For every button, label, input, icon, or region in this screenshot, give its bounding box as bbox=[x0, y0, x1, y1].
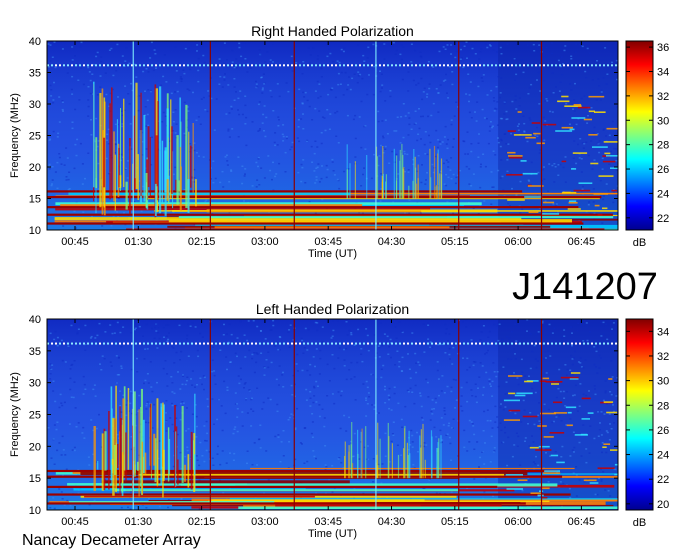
spectrogram-image bbox=[47, 319, 618, 510]
colorbar-tick-label: 26 bbox=[657, 425, 669, 437]
colorbar-unit: dB bbox=[633, 237, 646, 249]
colorbar-tick-label: 22 bbox=[657, 474, 669, 486]
y-tick-label: 20 bbox=[29, 162, 41, 174]
colorbar-tick-label: 26 bbox=[657, 164, 669, 176]
x-tick-label: 04:30 bbox=[378, 516, 406, 528]
x-tick-label: 06:45 bbox=[568, 516, 596, 528]
x-tick-label: 02:15 bbox=[188, 516, 216, 528]
panel-title: Right Handed Polarization bbox=[251, 23, 414, 39]
x-tick-label: 01:30 bbox=[125, 236, 153, 248]
colorbar-tick-label: 32 bbox=[657, 351, 669, 363]
colorbar-tick-label: 22 bbox=[657, 213, 669, 225]
colorbar-unit: dB bbox=[633, 517, 646, 529]
colorbar-tick-label: 30 bbox=[657, 376, 669, 388]
y-tick-label: 30 bbox=[29, 378, 41, 390]
y-tick-label: 15 bbox=[29, 194, 41, 206]
colorbar-tick-label: 34 bbox=[657, 66, 669, 78]
colorbar-tick-label: 36 bbox=[657, 42, 669, 54]
x-axis-label: Time (UT) bbox=[308, 528, 357, 540]
y-tick-label: 10 bbox=[29, 225, 41, 237]
colorbar-tick-label: 30 bbox=[657, 115, 669, 127]
x-tick-label: 03:45 bbox=[314, 516, 342, 528]
x-tick-label: 03:00 bbox=[251, 516, 279, 528]
y-axis-label: Frequency (MHz) bbox=[9, 372, 21, 457]
x-tick-label: 03:00 bbox=[251, 236, 279, 248]
spectrogram-panel-1: Right Handed Polarization 10 15 20 25 30 35 40 F… bbox=[9, 23, 669, 260]
colorbar-tick-label: 24 bbox=[657, 450, 669, 462]
y-tick-label: 35 bbox=[29, 68, 41, 80]
x-tick-label: 00:45 bbox=[61, 236, 89, 248]
panel-title: Left Handed Polarization bbox=[256, 301, 409, 317]
x-tick-label: 06:45 bbox=[568, 236, 596, 248]
event-id: J141207 bbox=[512, 266, 658, 308]
figure: Right Handed Polarization 10 15 20 25 30 35 40 F… bbox=[9, 23, 669, 549]
colorbar: 20 22 24 26 28 30 32 34 dB bbox=[625, 318, 669, 529]
y-tick-label: 40 bbox=[29, 314, 41, 326]
colorbar-tick-label: 28 bbox=[657, 400, 669, 412]
y-tick-label: 30 bbox=[29, 99, 41, 111]
x-tick-label: 04:30 bbox=[378, 236, 406, 248]
y-tick-label: 10 bbox=[29, 505, 41, 517]
y-axis-label: Frequency (MHz) bbox=[9, 93, 21, 178]
x-axis-label: Time (UT) bbox=[308, 248, 357, 260]
x-tick-label: 05:15 bbox=[441, 516, 469, 528]
y-tick-label: 25 bbox=[29, 131, 41, 143]
x-tick-label: 03:45 bbox=[314, 236, 342, 248]
footer-label: Nancay Decameter Array bbox=[22, 532, 201, 549]
colorbar-tick-label: 24 bbox=[657, 188, 669, 200]
spectrogram-image bbox=[47, 41, 618, 230]
y-tick-label: 40 bbox=[29, 36, 41, 48]
colorbar-tick-label: 20 bbox=[657, 499, 669, 511]
y-tick-label: 25 bbox=[29, 410, 41, 422]
x-tick-label: 06:00 bbox=[504, 236, 532, 248]
x-tick-label: 01:30 bbox=[125, 516, 153, 528]
colorbar-tick-label: 32 bbox=[657, 91, 669, 103]
colorbar: 22 24 26 28 30 32 34 36 dB bbox=[625, 40, 669, 249]
x-tick-label: 05:15 bbox=[441, 236, 469, 248]
colorbar-tick-label: 28 bbox=[657, 140, 669, 152]
x-tick-label: 06:00 bbox=[504, 516, 532, 528]
x-tick-label: 00:45 bbox=[61, 516, 89, 528]
y-tick-label: 20 bbox=[29, 441, 41, 453]
y-tick-label: 15 bbox=[29, 473, 41, 485]
y-tick-label: 35 bbox=[29, 346, 41, 358]
colorbar-tick-label: 34 bbox=[657, 326, 669, 338]
spectrogram-panel-2: Left Handed Polarization 10 15 20 25 30 35 40 Fr… bbox=[9, 301, 669, 540]
x-tick-label: 02:15 bbox=[188, 236, 216, 248]
